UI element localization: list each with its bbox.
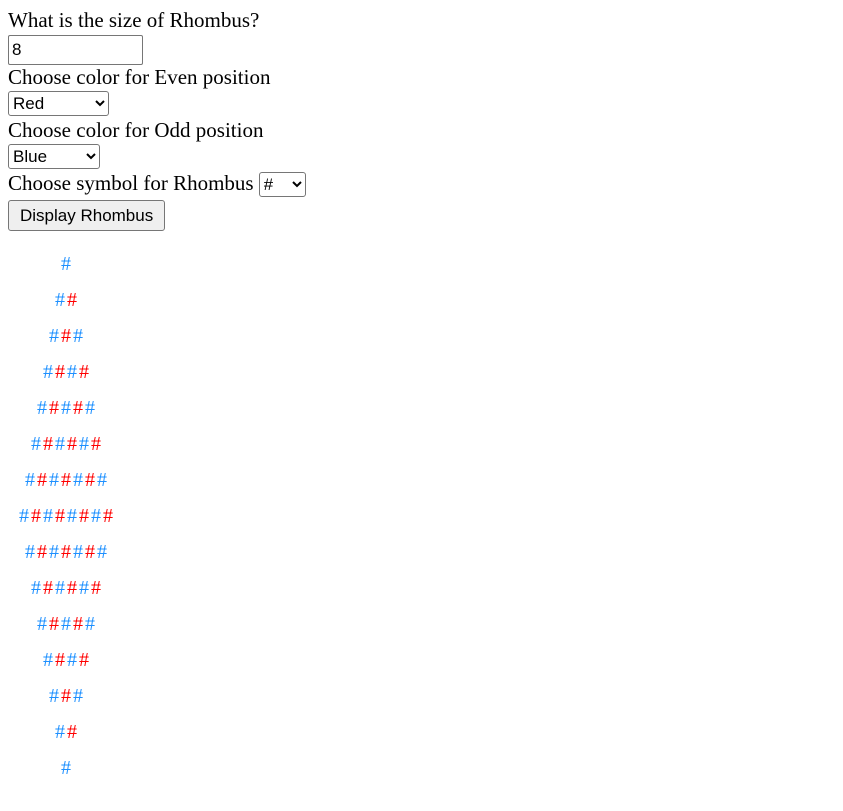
rhombus-symbol: # xyxy=(49,613,59,635)
rhombus-symbol: # xyxy=(61,469,71,491)
rhombus-symbol: # xyxy=(73,397,83,419)
rhombus-symbol: # xyxy=(55,577,65,599)
rhombus-symbol: # xyxy=(61,613,71,635)
size-label: What is the size of Rhombus? xyxy=(8,8,260,32)
size-input[interactable] xyxy=(8,35,143,65)
rhombus-symbol: # xyxy=(79,361,89,383)
rhombus-symbol: # xyxy=(79,505,89,527)
rhombus-symbol: # xyxy=(79,649,89,671)
rhombus-symbol: # xyxy=(61,325,71,347)
rhombus-symbol: # xyxy=(43,577,53,599)
rhombus-symbol: # xyxy=(55,289,65,311)
rhombus-symbol: # xyxy=(43,649,53,671)
rhombus-symbol: # xyxy=(61,253,71,275)
rhombus-symbol: # xyxy=(85,613,95,635)
rhombus-symbol: # xyxy=(37,469,47,491)
rhombus-symbol: # xyxy=(85,541,95,563)
display-rhombus-button[interactable]: Display Rhombus xyxy=(8,200,166,231)
rhombus-symbol: # xyxy=(43,361,53,383)
rhombus-row: # xyxy=(0,750,132,786)
rhombus-symbol: # xyxy=(55,649,65,671)
rhombus-symbol: # xyxy=(49,541,59,563)
rhombus-row: # # # # # # # # xyxy=(0,498,132,534)
rhombus-symbol: # xyxy=(49,397,59,419)
rhombus-symbol: # xyxy=(73,541,83,563)
rhombus-row: # # # # # # # xyxy=(0,534,132,570)
rhombus-symbol: # xyxy=(55,361,65,383)
rhombus-symbol: # xyxy=(31,577,41,599)
rhombus-row: # # # # # # # xyxy=(0,462,132,498)
rhombus-symbol: # xyxy=(61,757,71,779)
rhombus-symbol: # xyxy=(19,505,29,527)
rhombus-symbol: # xyxy=(91,505,101,527)
rhombus-row: # # # # xyxy=(0,642,132,678)
odd-color-label: Choose color for Odd position xyxy=(8,118,264,142)
rhombus-row: # # # # # xyxy=(0,390,132,426)
rhombus-row: # xyxy=(0,246,132,282)
rhombus-symbol: # xyxy=(37,397,47,419)
rhombus-symbol: # xyxy=(67,289,77,311)
rhombus-symbol: # xyxy=(67,505,77,527)
rhombus-row: # # # # # # xyxy=(0,426,132,462)
rhombus-symbol: # xyxy=(31,505,41,527)
rhombus-symbol: # xyxy=(37,541,47,563)
symbol-select[interactable]: # xyxy=(258,172,306,197)
rhombus-symbol: # xyxy=(73,685,83,707)
rhombus-symbol: # xyxy=(49,469,59,491)
rhombus-symbol: # xyxy=(49,325,59,347)
rhombus-row: # # # # xyxy=(0,354,132,390)
rhombus-symbol: # xyxy=(67,361,77,383)
rhombus-row: # # xyxy=(0,714,132,750)
rhombus-symbol: # xyxy=(73,469,83,491)
rhombus-symbol: # xyxy=(61,397,71,419)
rhombus-symbol: # xyxy=(61,541,71,563)
rhombus-symbol: # xyxy=(67,577,77,599)
rhombus-symbol: # xyxy=(25,469,35,491)
rhombus-symbol: # xyxy=(43,433,53,455)
rhombus-symbol: # xyxy=(73,325,83,347)
rhombus-symbol: # xyxy=(37,613,47,635)
rhombus-symbol: # xyxy=(91,577,101,599)
rhombus-symbol: # xyxy=(67,721,77,743)
rhombus-symbol: # xyxy=(25,541,35,563)
rhombus-symbol: # xyxy=(85,469,95,491)
rhombus-symbol: # xyxy=(31,433,41,455)
rhombus-symbol: # xyxy=(55,721,65,743)
symbol-label: Choose symbol for Rhombus xyxy=(8,171,254,195)
rhombus-row: # # # # # # xyxy=(0,570,132,606)
rhombus-row: # # # # # xyxy=(0,606,132,642)
rhombus-symbol: # xyxy=(91,433,101,455)
rhombus-symbol: # xyxy=(97,469,107,491)
even-color-select[interactable]: Red xyxy=(8,91,109,116)
rhombus-symbol: # xyxy=(67,433,77,455)
rhombus-symbol: # xyxy=(103,505,113,527)
odd-color-select[interactable]: Blue xyxy=(8,144,100,169)
rhombus-symbol: # xyxy=(79,433,89,455)
rhombus-symbol: # xyxy=(73,613,83,635)
rhombus-symbol: # xyxy=(55,505,65,527)
rhombus-row: # # # xyxy=(0,678,132,714)
rhombus-row: # # # xyxy=(0,318,132,354)
rhombus-symbol: # xyxy=(97,541,107,563)
rhombus-symbol: # xyxy=(55,433,65,455)
rhombus-symbol: # xyxy=(85,397,95,419)
rhombus-output: # # # # # # # # # # # # # # # # # # # # # # # # # # # # # # # # # # # # # # # #… xyxy=(0,246,132,786)
rhombus-symbol: # xyxy=(67,649,77,671)
rhombus-row: # # xyxy=(0,282,132,318)
even-color-label: Choose color for Even position xyxy=(8,65,271,89)
rhombus-symbol: # xyxy=(61,685,71,707)
rhombus-symbol: # xyxy=(49,685,59,707)
rhombus-symbol: # xyxy=(43,505,53,527)
rhombus-symbol: # xyxy=(79,577,89,599)
